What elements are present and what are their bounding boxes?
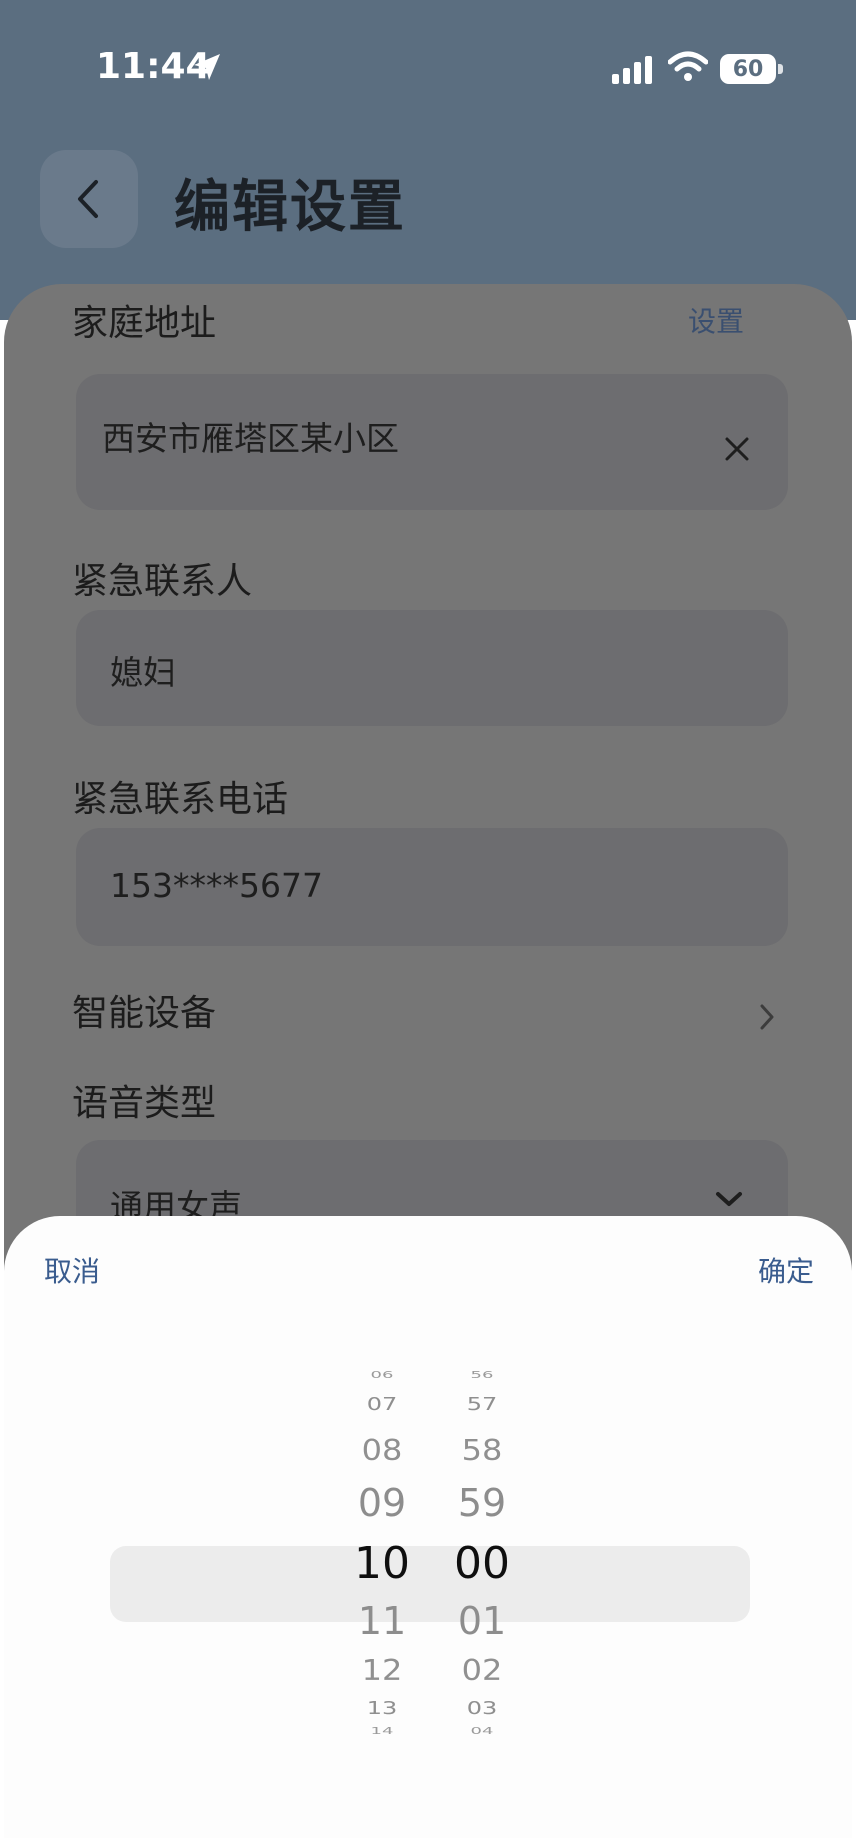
status-bar: 11:44 60 [0,0,856,130]
home-address-value: 西安市雁塔区某小区 [102,419,399,458]
emergency-contact-field[interactable]: 媳妇 [76,610,788,726]
back-button[interactable] [40,150,138,248]
location-arrow-icon [194,54,220,80]
smart-device-row[interactable]: 智能设备 [72,984,784,1044]
wifi-icon [668,51,708,81]
minute-option[interactable]: 56 [422,1370,542,1380]
minute-option[interactable]: 04 [422,1726,542,1736]
minute-option[interactable]: 00 [422,1542,542,1586]
close-icon[interactable] [722,434,752,464]
minute-option[interactable]: 59 [422,1484,542,1522]
emergency-contact-value: 媳妇 [110,653,176,692]
minute-wheel[interactable]: 56 57 58 59 00 01 02 03 04 [422,1366,542,1806]
minute-option[interactable]: 03 [422,1699,542,1717]
cancel-button[interactable]: 取消 [44,1250,100,1290]
time-picker-sheet: 取消 确定 06 07 08 09 10 11 12 13 14 56 57 58 59 00 01 02 0… [4,1216,852,1838]
screen: 11:44 60 编辑设置 家庭地址 设置 西安市雁塔区某小区 紧急联系人 媳妇… [0,0,856,1838]
home-address-label: 家庭地址 [72,303,217,344]
smart-device-label: 智能设备 [72,993,217,1034]
emergency-phone-label: 紧急联系电话 [72,779,289,820]
home-address-set-link[interactable]: 设置 [688,300,744,340]
chevron-right-icon [760,1004,774,1030]
page-title: 编辑设置 [174,175,406,240]
signal-icon [612,56,652,84]
battery-level: 60 [732,56,764,82]
home-address-field[interactable]: 西安市雁塔区某小区 [76,374,788,510]
minute-option[interactable]: 57 [422,1395,542,1413]
battery-tip [778,64,783,74]
emergency-phone-value: 153****5677 [110,866,323,905]
minute-option[interactable]: 02 [422,1656,542,1685]
emergency-contact-label: 紧急联系人 [72,561,253,602]
battery-icon: 60 [720,54,776,84]
chevron-down-icon [716,1192,742,1206]
emergency-phone-field[interactable]: 153****5677 [76,828,788,946]
chevron-left-icon [78,180,98,218]
minute-option[interactable]: 01 [422,1602,542,1640]
confirm-button[interactable]: 确定 [758,1250,814,1290]
voice-type-label: 语音类型 [72,1083,217,1124]
minute-option[interactable]: 58 [422,1436,542,1465]
